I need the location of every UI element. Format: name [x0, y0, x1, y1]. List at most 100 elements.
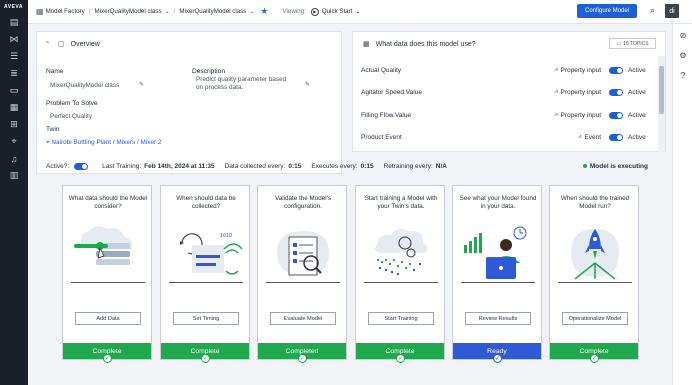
problem-value: Perfect Quality [50, 113, 92, 120]
chart-icon: ⩘ [554, 111, 558, 118]
bell-icon[interactable]: ♫ [0, 150, 28, 167]
active-toggle[interactable] [609, 133, 623, 141]
twin-label: Twin [46, 126, 60, 133]
collapse-chevron-icon[interactable]: ⌃ [45, 41, 50, 48]
bookmark-icon[interactable]: ⋈ [0, 31, 28, 48]
status-dot-icon [582, 163, 587, 168]
active-toggle[interactable] [609, 111, 623, 119]
problem-label: Problem To Solve [46, 100, 98, 107]
info-icon[interactable]: ? [673, 67, 692, 84]
favorite-star-icon[interactable]: ★ [260, 6, 268, 17]
breadcrumb-separator: / [173, 8, 176, 15]
overview-title: Overview [70, 40, 100, 48]
edit-pencil-icon[interactable]: ✎ [305, 81, 310, 88]
topics-label: 15 TOPICS [623, 40, 649, 47]
divider [169, 282, 243, 283]
list-item: Filling Flow.Value ⩘ Property input Activ… [361, 107, 649, 123]
layers-icon[interactable]: ≣ [0, 65, 28, 82]
breadcrumb: ▦ Model Factory / MixerQualityModel clas… [34, 7, 254, 16]
review-results-button[interactable]: Review Results [465, 312, 531, 325]
avatar[interactable]: di [665, 4, 679, 18]
model-data-title: What data does this model use? [375, 40, 476, 48]
dashboard-icon[interactable]: ▤ [0, 14, 28, 31]
chart-icon: ⩘ [554, 66, 558, 73]
table-icon: ▦ [363, 41, 370, 48]
set-timing-button[interactable]: Set Timing [173, 312, 239, 325]
step-card-operationalize: When should the trained Model run? Opera… [549, 185, 639, 363]
breadcrumb-root[interactable]: Model Factory [46, 8, 85, 15]
property-type: ⩘ Property input [529, 67, 601, 74]
chevron-down-icon[interactable]: ⌄ [165, 8, 170, 15]
add-data-button[interactable]: Add Data [75, 312, 141, 325]
location-pin-icon: ⌖ [46, 139, 50, 146]
step-question: When should the trained Model run? [560, 195, 630, 210]
rocket-illustration [571, 229, 619, 280]
monitor-icon[interactable]: ▭ [0, 82, 28, 99]
retraining-label: Retraining every: [383, 162, 433, 170]
edit-pencil-icon[interactable]: ✎ [139, 81, 144, 88]
configure-model-button[interactable]: Configure Model [577, 4, 637, 18]
step-card-start-training: Start training a Model with your Twin's … [355, 185, 445, 363]
property-name: Filling Flow.Value [361, 111, 412, 119]
list-item: Product Event ⩘ Event Active [361, 129, 649, 145]
model-status-badge: Model is executing [582, 163, 648, 170]
divider [558, 282, 632, 283]
database-icon[interactable]: ☰ [0, 48, 28, 65]
checkmark-icon: ✓ [493, 354, 502, 363]
settings-icon[interactable]: ⚙ [673, 47, 692, 64]
twin-link[interactable]: ⌖ Nairobi Bottling Plant / Mixers / Mixe… [46, 139, 162, 147]
active-toggle[interactable] [609, 66, 623, 74]
name-label: Name [46, 68, 64, 75]
search-icon[interactable]: ⌕ [650, 5, 655, 16]
document-icon: ▢ [58, 41, 65, 48]
breadcrumb-separator: / [88, 8, 91, 15]
last-training-value: Feb 14th, 2024 at 11:35 [144, 162, 215, 170]
property-type: ⩘ Property input [529, 89, 601, 96]
data-collected-label: Data collected every: [224, 162, 286, 170]
checkmark-icon: ✓ [103, 354, 112, 363]
model-active-toggle[interactable] [74, 162, 89, 170]
breadcrumb-current[interactable]: MixerQualityModel class [179, 8, 246, 15]
grid-icon: ▦ [36, 7, 44, 16]
model-status-bar: Active?: Last Training: Feb 14th, 2024 a… [36, 156, 666, 176]
property-type-label: Property input [560, 111, 601, 119]
overview-card: ⌃ ▢ Overview Name MixerQualityModel clas… [36, 31, 342, 174]
breadcrumb-parent[interactable]: MixerQualityModel class [95, 8, 162, 15]
svg-text:1010: 1010 [220, 233, 232, 239]
list-item: Agitator Speed.Value ⩘ Property input Act… [361, 84, 649, 100]
twin-value: Nairobi Bottling Plant / Mixers / Mixer … [51, 139, 162, 146]
topics-icon: ▭ [616, 40, 622, 47]
property-type: ⩘ Property input [529, 112, 601, 119]
chevron-down-icon: ⌄ [355, 9, 361, 15]
executes-value: 0:15 [360, 162, 374, 170]
evaluate-model-button[interactable]: Evaluate Model [270, 312, 336, 325]
step-card-add-data: What data should the Model consider? Add… [62, 185, 152, 363]
calendar-icon[interactable]: ▦ [0, 99, 28, 116]
chart-icon: ⩘ [577, 133, 582, 140]
topics-button[interactable]: ▭ 15 TOPICS [609, 38, 656, 49]
active-label: Active [628, 133, 646, 141]
quick-start-selector[interactable]: ▶ Quick Start ⌄ [310, 7, 361, 16]
active-label: Active [628, 111, 646, 119]
scrollbar[interactable] [658, 56, 665, 152]
step-question: When should data be collected? [176, 195, 236, 210]
chart-icon: ⩘ [554, 88, 558, 95]
data-collected-value: 0:15 [288, 162, 302, 170]
start-training-button[interactable]: Start Training [368, 312, 434, 325]
active-toggle[interactable] [609, 88, 623, 96]
apps-grid-icon[interactable]: ⊞ [0, 116, 28, 133]
location-pin-icon[interactable]: ⌖ [0, 133, 28, 150]
retraining-value: N/A [435, 162, 447, 170]
property-type: ⩘ Event [529, 134, 601, 141]
property-type-label: Property input [560, 88, 601, 96]
step-question: What data should the Model consider? [68, 195, 148, 210]
app-logo: AVEVA [4, 4, 23, 10]
right-side-panel: ⊘ ⚙ ? [672, 24, 692, 385]
scrollbar-thumb[interactable] [659, 66, 664, 114]
operationalize-model-button[interactable]: Operationalize Model [562, 312, 628, 325]
analytics-icon[interactable]: ▥ [0, 167, 28, 184]
checkmark-icon: ✓ [201, 354, 210, 363]
help-circle-icon[interactable]: ⊘ [673, 27, 692, 44]
chevron-down-icon[interactable]: ⌄ [249, 8, 254, 15]
property-type-label: Event [584, 133, 601, 141]
